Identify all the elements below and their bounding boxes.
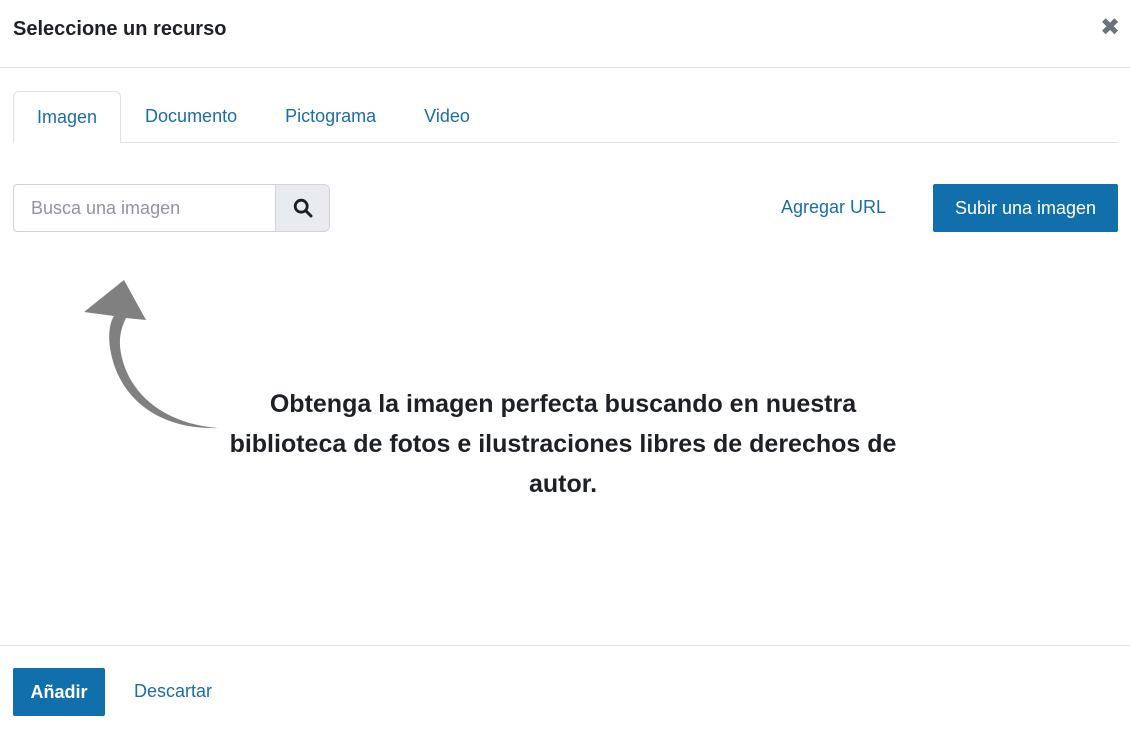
resource-select-modal: Seleccione un recurso ✖ Imagen Documento… — [0, 0, 1130, 731]
image-search-group — [13, 184, 330, 232]
modal-footer: Añadir Descartar — [0, 645, 1130, 731]
image-search-input[interactable] — [13, 184, 275, 232]
search-button[interactable] — [275, 184, 330, 232]
curved-arrow-up-icon — [84, 280, 218, 429]
search-hint-text: Obtenga la imagen perfecta buscando en n… — [229, 390, 897, 498]
discard-button[interactable]: Descartar — [134, 681, 212, 702]
modal-header: Seleccione un recurso ✖ — [0, 0, 1130, 68]
upload-image-button[interactable]: Subir una imagen — [933, 184, 1118, 232]
tab-imagen[interactable]: Imagen — [13, 91, 122, 143]
close-icon: ✖ — [1100, 13, 1121, 41]
close-button[interactable]: ✖ — [1100, 13, 1121, 41]
add-button[interactable]: Añadir — [13, 668, 105, 716]
tab-video[interactable]: Video — [400, 91, 494, 142]
search-icon — [293, 198, 312, 218]
resource-type-tabs: Imagen Documento Pictograma Video — [13, 91, 1118, 143]
tab-documento[interactable]: Documento — [121, 91, 261, 142]
add-url-link[interactable]: Agregar URL — [781, 197, 886, 218]
tab-pictograma[interactable]: Pictograma — [261, 91, 400, 142]
modal-title: Seleccione un recurso — [13, 18, 227, 40]
